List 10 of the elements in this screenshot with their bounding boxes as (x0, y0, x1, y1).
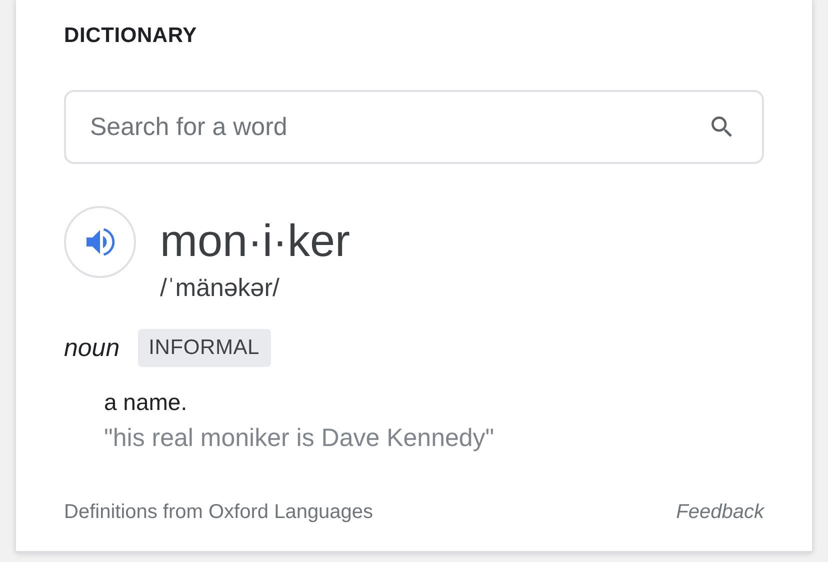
phonetic-text: /ˈmänəkər/ (160, 274, 280, 303)
headword: mon·i·ker (160, 214, 350, 268)
example-text: "his real moniker is Dave Kennedy" (104, 424, 496, 453)
feedback-link[interactable]: Feedback (676, 501, 764, 524)
source-text: Definitions from Oxford Languages (64, 501, 374, 524)
search-field[interactable]: Search for a word (64, 90, 764, 164)
usage-label: INFORMAL (138, 329, 271, 367)
section-heading: DICTIONARY (64, 24, 197, 48)
part-of-speech: noun (64, 334, 120, 362)
definition-text: a name. (104, 389, 188, 416)
